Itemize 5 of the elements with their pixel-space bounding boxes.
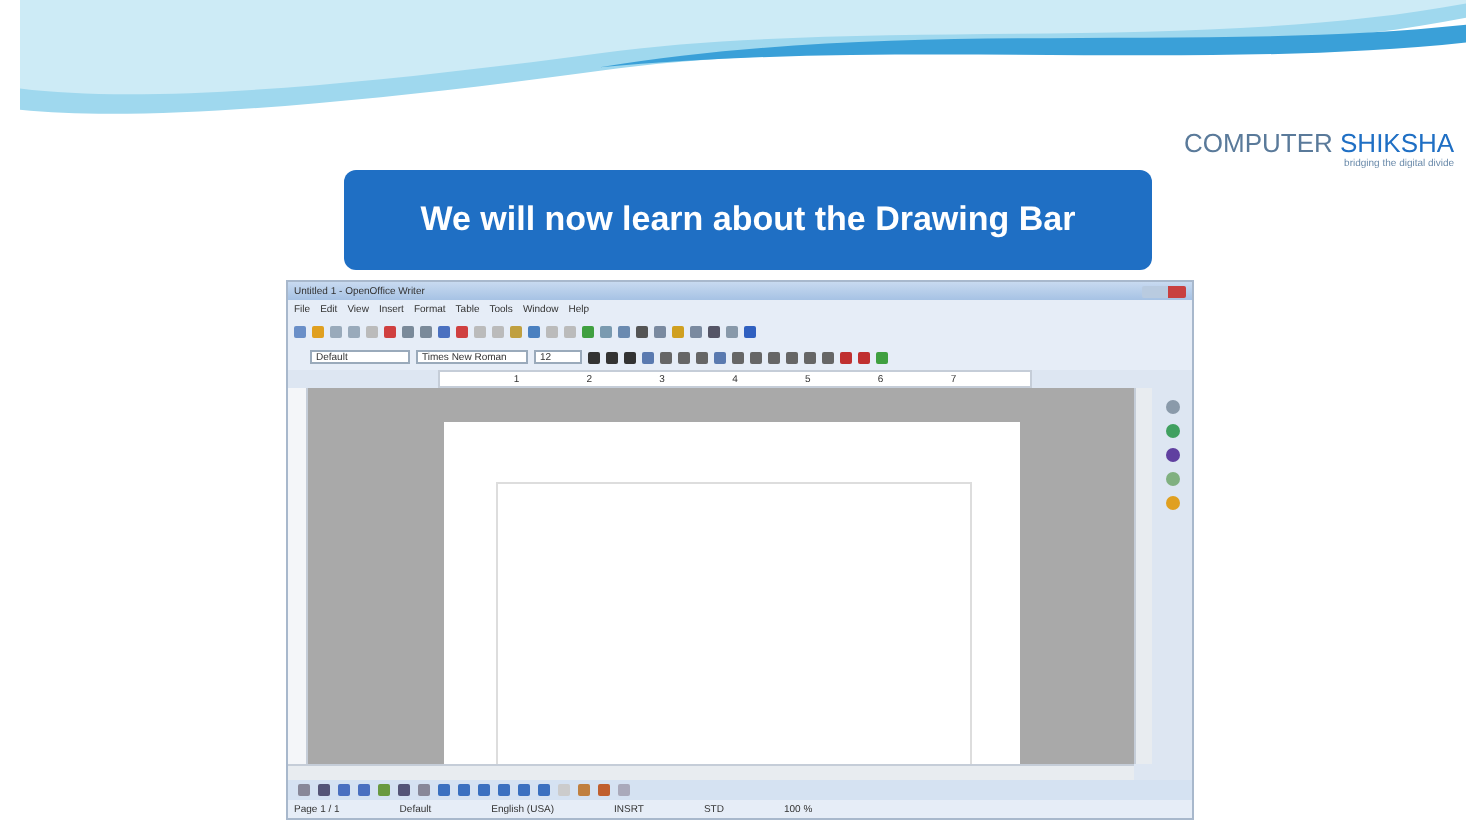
logo-text: COMPUTER SHIKSHA <box>1184 128 1455 158</box>
horizontal-scrollbar[interactable] <box>288 764 1134 780</box>
window-controls-icon[interactable] <box>1142 285 1186 297</box>
slide-title: We will now learn about the Drawing Bar <box>344 170 1152 270</box>
vertical-scrollbar[interactable] <box>1134 388 1152 764</box>
